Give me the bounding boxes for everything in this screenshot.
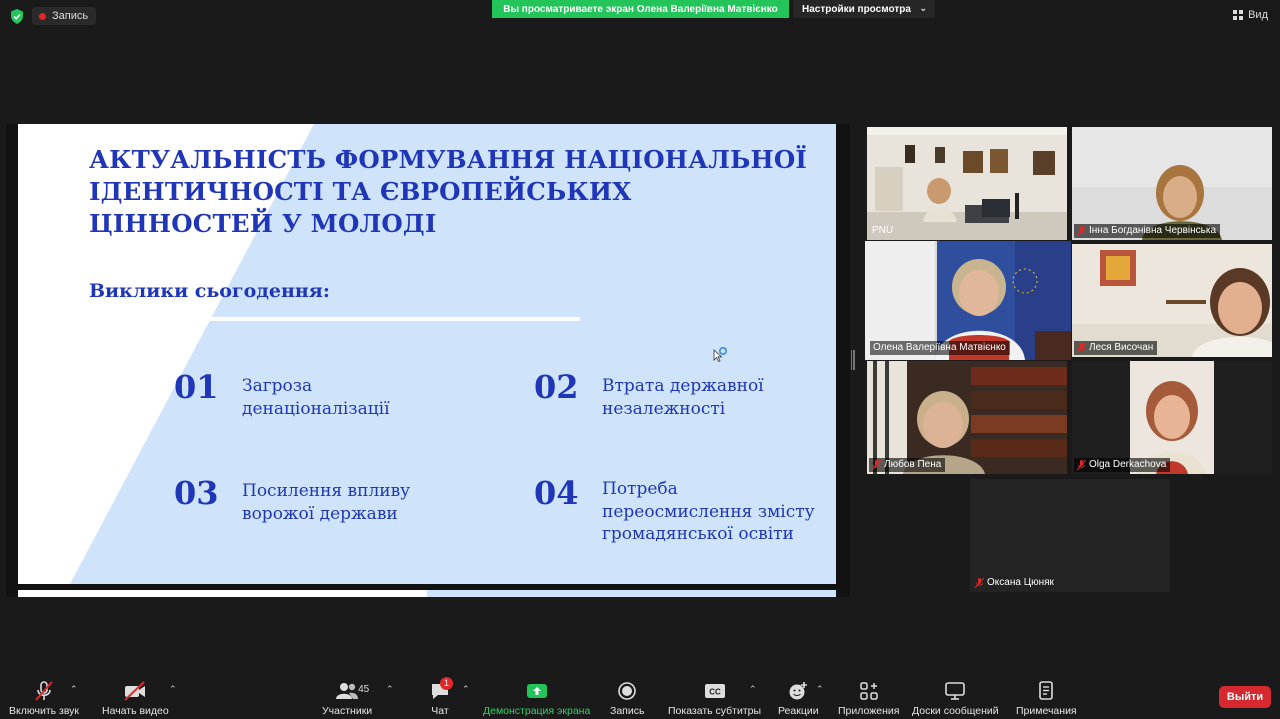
chat-button[interactable]: 1 Чат xyxy=(425,677,455,717)
unmute-label: Включить звук xyxy=(9,705,80,717)
muted-mic-icon xyxy=(29,680,59,702)
participant-name: Olga Derkachova xyxy=(1074,458,1171,472)
participant-tile[interactable]: PNU xyxy=(867,127,1067,240)
participants-icon: 45 xyxy=(332,680,369,702)
reactions-label: Реакции xyxy=(778,705,819,717)
next-slide-edge xyxy=(18,590,836,597)
chat-badge: 1 xyxy=(440,677,453,690)
svg-text:CC: CC xyxy=(709,688,721,697)
participant-tile[interactable]: Любов Пена xyxy=(867,361,1067,474)
notes-button[interactable]: Примечания xyxy=(1016,680,1077,717)
recording-indicator[interactable]: Запись xyxy=(32,7,97,25)
meeting-toolbar: Включить звук ⌃ Начать видео ⌃ 45 Участн… xyxy=(0,672,1280,719)
notes-icon xyxy=(1031,680,1061,702)
participant-name: PNU xyxy=(872,225,894,236)
closed-captions-icon: CC xyxy=(700,680,730,702)
participant-tile[interactable]: Olga Derkachova xyxy=(1072,361,1272,474)
view-button[interactable]: Вид xyxy=(1233,9,1268,21)
muted-mic-icon xyxy=(1077,459,1086,470)
reactions-button[interactable]: Реакции xyxy=(778,680,819,717)
participant-name: Оксана Цюняк xyxy=(972,576,1058,590)
chevron-up-icon[interactable]: ⌃ xyxy=(462,684,470,695)
recording-label: Запись xyxy=(52,10,89,22)
apps-icon xyxy=(854,680,884,702)
item-number: 01 xyxy=(174,368,219,406)
whiteboards-button[interactable]: Доски сообщений xyxy=(912,680,999,717)
item-number: 03 xyxy=(174,474,219,512)
participants-button[interactable]: 45 Участники xyxy=(322,680,372,717)
show-captions-button[interactable]: CC Показать субтитры xyxy=(668,680,761,717)
muted-mic-icon xyxy=(1077,342,1086,353)
notes-label: Примечания xyxy=(1016,705,1077,717)
participant-name: Любов Пена xyxy=(869,458,946,472)
chat-icon: 1 xyxy=(425,677,455,702)
participants-count: 45 xyxy=(358,684,370,695)
participant-tile[interactable]: Леся Височан xyxy=(1072,244,1272,357)
share-screen-label: Демонстрация экрана xyxy=(483,705,591,717)
chevron-down-icon: ⌄ xyxy=(919,3,927,13)
item-number: 02 xyxy=(534,368,579,406)
chevron-up-icon[interactable]: ⌃ xyxy=(169,684,177,695)
record-dot-icon xyxy=(39,12,46,20)
start-video-label: Начать видео xyxy=(102,705,169,717)
chevron-up-icon[interactable]: ⌃ xyxy=(386,684,394,695)
shield-icon[interactable] xyxy=(10,9,24,24)
whiteboards-label: Доски сообщений xyxy=(912,705,999,717)
item-text: Потреба переосмислення змісту громадянсь… xyxy=(602,479,815,544)
screen-share-banner: Вы просматриваете экран Олена Валеріївна… xyxy=(492,0,789,18)
muted-mic-icon xyxy=(1077,225,1086,236)
view-label: Вид xyxy=(1248,9,1268,21)
show-captions-label: Показать субтитры xyxy=(668,705,762,717)
zoom-meeting-window: Запись Вы просматриваете экран Олена Вал… xyxy=(0,0,1280,719)
participants-label: Участники xyxy=(322,705,373,717)
item-text: Загроза денаціоналізації xyxy=(242,376,390,419)
grid-view-icon xyxy=(1233,10,1244,20)
chevron-up-icon[interactable]: ⌃ xyxy=(70,684,78,695)
unmute-button[interactable]: Включить звук xyxy=(9,680,79,717)
chevron-up-icon[interactable]: ⌃ xyxy=(749,684,757,695)
item-text: Втрата державної незалежності xyxy=(602,376,764,419)
apps-label: Приложения xyxy=(838,705,900,717)
apps-button[interactable]: Приложения xyxy=(838,680,899,717)
participant-tile-active-speaker[interactable]: Олена Валеріївна Матвієнко xyxy=(865,241,1071,360)
pointer-cursor-icon xyxy=(713,346,728,363)
start-video-button[interactable]: Начать видео xyxy=(102,680,169,717)
slide-title: АКТУАЛЬНІСТЬ ФОРМУВАННЯ НАЦІОНАЛЬНОЇ ІДЕ… xyxy=(89,145,808,238)
share-screen-button[interactable]: Демонстрация экрана xyxy=(483,680,590,717)
item-number: 04 xyxy=(534,474,579,512)
muted-mic-icon xyxy=(872,459,881,470)
record-label: Запись xyxy=(610,705,645,717)
slide-subtitle: Виклики сьогодення: xyxy=(89,280,330,302)
share-screen-icon xyxy=(522,680,552,702)
participant-name: Олена Валеріївна Матвієнко xyxy=(870,341,1010,355)
participant-tile[interactable]: Оксана Цюняк xyxy=(970,479,1170,592)
item-text: Посилення впливу ворожої держави xyxy=(242,481,411,524)
view-options-label: Настройки просмотра xyxy=(802,3,911,15)
participant-tile[interactable]: Інна Богданівна Червінська xyxy=(1072,127,1272,240)
chat-label: Чат xyxy=(431,705,449,717)
record-icon xyxy=(612,680,642,702)
view-options-button[interactable]: Настройки просмотра ⌄ xyxy=(793,0,935,18)
whiteboard-icon xyxy=(940,680,970,702)
panel-splitter-handle[interactable] xyxy=(851,350,856,370)
participant-name: Леся Височан xyxy=(1074,341,1158,355)
leave-meeting-button[interactable]: Выйти xyxy=(1219,686,1271,708)
slide-divider xyxy=(182,317,580,321)
record-button[interactable]: Запись xyxy=(610,680,644,717)
video-off-icon xyxy=(120,680,150,702)
muted-mic-icon xyxy=(975,577,984,588)
participant-name: Інна Богданівна Червінська xyxy=(1074,224,1221,238)
emoji-add-icon xyxy=(783,680,813,702)
chevron-up-icon[interactable]: ⌃ xyxy=(816,684,824,695)
